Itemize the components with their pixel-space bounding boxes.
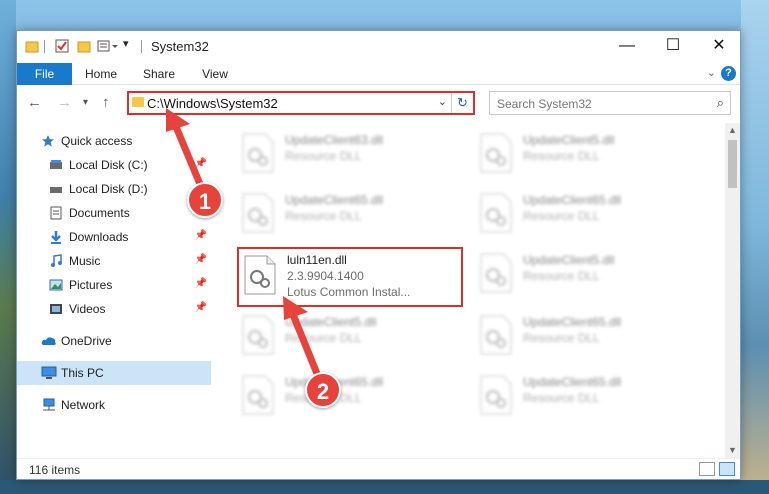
callout-step-two: 2 [305,372,341,408]
annotation-arrows [166,108,326,390]
callout-step-one: 1 [187,182,223,218]
